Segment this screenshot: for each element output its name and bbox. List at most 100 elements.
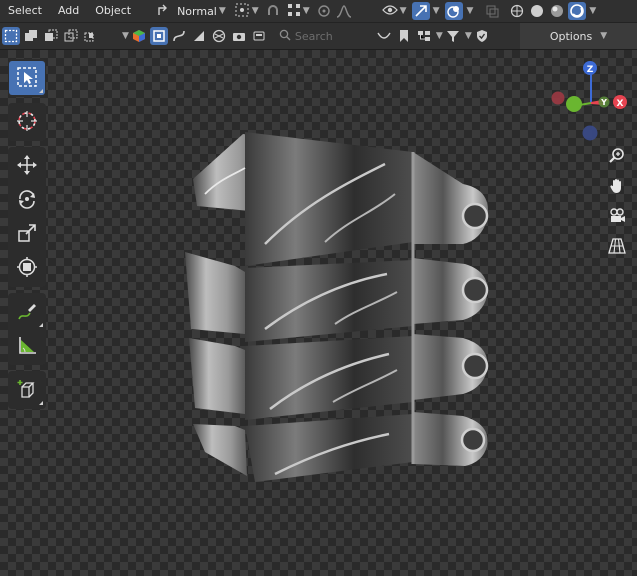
filter-curve-icon[interactable] (375, 27, 393, 45)
menu-select[interactable]: Select (0, 0, 50, 22)
select-box-icon (16, 66, 38, 91)
tool-shelf (8, 59, 46, 415)
add-cube-icon (16, 378, 38, 403)
orientation-label: Normal (177, 4, 217, 18)
transform-icon (16, 256, 38, 281)
bracer-3d-model[interactable] (175, 124, 495, 487)
transform-orientation-dropdown[interactable]: Normal ▼ (153, 0, 230, 22)
navigation-gizmo[interactable]: Z Y X (546, 58, 636, 148)
tool-group-transform (8, 147, 46, 287)
camera-view-button[interactable] (604, 202, 630, 232)
armor-plate-3 (189, 334, 489, 420)
neg-z-axis-dot[interactable] (582, 125, 598, 141)
tool-group-cursor (8, 103, 46, 141)
menu-add[interactable]: Add (50, 0, 87, 22)
chevron-down-icon: ▼ (218, 6, 226, 16)
select-new-icon[interactable] (2, 27, 20, 45)
annotate-icon (16, 300, 38, 325)
neg-x-axis-dot[interactable] (551, 91, 565, 105)
eye-icon (381, 4, 398, 19)
scale-tool[interactable] (9, 217, 45, 251)
xray-icon[interactable] (483, 2, 501, 20)
chevron-down-icon[interactable]: ▼ (465, 31, 472, 41)
wireframe-shading-icon[interactable] (508, 2, 526, 20)
select-subtract-icon[interactable] (42, 27, 60, 45)
measure-tool[interactable] (9, 329, 45, 363)
snap-icon[interactable] (264, 2, 282, 20)
armor-plate-1 (193, 132, 489, 266)
select-intersect-icon[interactable] (82, 27, 100, 45)
light-filter-icon[interactable] (250, 27, 268, 45)
menu-object[interactable]: Object (87, 0, 139, 22)
surface-filter-icon[interactable] (190, 27, 208, 45)
header-bar: Select Add Object Normal ▼ ▼ ▼ ▼ ▼ ▼ ▼ (0, 0, 637, 23)
chevron-down-icon[interactable]: ▼ (122, 31, 129, 41)
pivot-icon (234, 2, 250, 21)
visibility-dropdown[interactable]: ▼ (378, 0, 411, 22)
chevron-down-icon: ▼ (600, 31, 608, 41)
chevron-down-icon[interactable]: ▼ (589, 6, 596, 16)
cursor-tool[interactable] (9, 105, 45, 139)
select-invert-icon[interactable] (62, 27, 80, 45)
tool-submenu-corner (39, 89, 43, 93)
y-axis-dot[interactable] (566, 96, 582, 112)
pivot-point-dropdown[interactable]: ▼ (230, 0, 263, 22)
zoom-button[interactable] (604, 142, 630, 172)
mesh-filter-icon[interactable] (149, 27, 168, 45)
search-icon (279, 29, 291, 44)
curve-filter-icon[interactable] (170, 27, 188, 45)
tool-settings-bar: ▼ Search ▼ ▼ Options ▼ (0, 23, 637, 50)
z-axis-label: Z (587, 65, 594, 75)
options-label: Options (549, 29, 593, 43)
tool-submenu-corner (39, 401, 43, 405)
hierarchy-icon[interactable] (415, 27, 433, 45)
overlays-toggle-icon[interactable] (445, 2, 464, 20)
shield-check-icon[interactable] (473, 27, 491, 45)
pan-button[interactable] (604, 172, 630, 202)
y-axis-label: Y (600, 98, 607, 107)
solid-shading-icon[interactable] (528, 2, 546, 20)
chevron-down-icon[interactable]: ▼ (433, 6, 440, 16)
camera-icon (608, 207, 626, 228)
filter-funnel-icon[interactable] (444, 27, 462, 45)
cursor-icon (16, 110, 38, 135)
armor-plate-2 (185, 252, 489, 342)
3d-viewport[interactable]: Z Y X (0, 50, 637, 576)
snap-grid-icon (287, 3, 301, 20)
tool-group-annotate (8, 293, 46, 365)
chevron-down-icon: ▼ (302, 6, 310, 16)
falloff-icon[interactable] (335, 2, 353, 20)
move-tool[interactable] (9, 149, 45, 183)
move-icon (16, 154, 38, 179)
select-box-tool[interactable] (9, 61, 45, 95)
chevron-down-icon: ▼ (399, 6, 407, 16)
search-placeholder: Search (294, 29, 333, 43)
meta-filter-icon[interactable] (210, 27, 228, 45)
snap-target-dropdown[interactable]: ▼ (283, 0, 314, 22)
rotate-tool[interactable] (9, 183, 45, 217)
x-axis-label: X (617, 99, 624, 109)
add-cube-tool[interactable] (9, 373, 45, 407)
material-shading-icon[interactable] (548, 2, 566, 20)
select-extend-icon[interactable] (22, 27, 40, 45)
annotate-tool[interactable] (9, 295, 45, 329)
search-field[interactable]: Search (275, 27, 371, 45)
proportional-edit-icon[interactable] (315, 2, 333, 20)
chevron-down-icon[interactable]: ▼ (466, 6, 473, 16)
tool-group-add (8, 371, 46, 409)
rendered-shading-icon[interactable] (568, 2, 587, 20)
perspective-toggle-button[interactable] (604, 232, 630, 262)
tool-submenu-corner (39, 323, 43, 327)
grid-icon (608, 237, 626, 258)
armor-plate-4 (193, 412, 488, 482)
chevron-down-icon[interactable]: ▼ (436, 31, 443, 41)
gizmo-toggle-icon[interactable] (411, 2, 430, 20)
viewport-nav-buttons (604, 142, 630, 262)
object-types-icon[interactable] (130, 27, 148, 45)
bookmark-icon[interactable] (395, 27, 413, 45)
transform-tool[interactable] (9, 251, 45, 285)
camera-filter-icon[interactable] (230, 27, 248, 45)
rotate-icon (16, 188, 38, 213)
tool-group-select (8, 59, 46, 97)
options-dropdown[interactable]: Options ▼ (520, 23, 637, 49)
